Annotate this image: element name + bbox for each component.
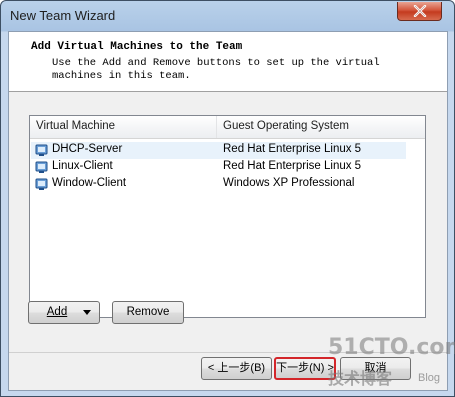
title-bar[interactable]: New Team Wizard	[1, 1, 454, 31]
table-row[interactable]: Window-Client Windows XP Professional	[31, 176, 406, 193]
next-button-label: 下一步(N) >	[276, 362, 334, 374]
footer-divider	[9, 352, 447, 353]
table-row[interactable]: DHCP-Server Red Hat Enterprise Linux 5	[31, 142, 406, 159]
wizard-body: Add Virtual Machines to the Team Use the…	[8, 31, 448, 391]
add-button-label: Add	[46, 306, 68, 318]
vm-name: Window-Client	[52, 177, 127, 189]
vm-list[interactable]: Virtual Machine Guest Operating System D…	[29, 115, 426, 318]
page-description: Use the Add and Remove buttons to set up…	[52, 57, 380, 82]
wizard-header: Add Virtual Machines to the Team Use the…	[9, 32, 447, 92]
virtual-machine-icon	[35, 160, 49, 174]
vm-name: DHCP-Server	[52, 143, 123, 155]
virtual-machine-icon	[35, 143, 49, 157]
list-header: Virtual Machine Guest Operating System	[30, 116, 425, 139]
next-button[interactable]: 下一步(N) >	[274, 357, 336, 380]
table-row[interactable]: Linux-Client Red Hat Enterprise Linux 5	[31, 159, 406, 176]
chevron-down-icon	[83, 310, 91, 315]
remove-button-label: Remove	[126, 306, 170, 318]
remove-button[interactable]: Remove	[112, 301, 184, 324]
back-button[interactable]: < 上一步(B)	[201, 357, 272, 380]
vm-name: Linux-Client	[52, 160, 113, 172]
vm-os: Red Hat Enterprise Linux 5	[223, 160, 362, 172]
wizard-window: New Team Wizard Add Virtual Machines to …	[0, 0, 455, 397]
window-title: New Team Wizard	[10, 8, 116, 23]
virtual-machine-icon	[35, 177, 49, 191]
back-button-label: < 上一步(B)	[207, 362, 266, 374]
vm-os: Windows XP Professional	[223, 177, 355, 189]
close-button[interactable]	[397, 2, 442, 21]
close-icon	[398, 2, 441, 20]
cancel-button[interactable]: 取消	[340, 357, 411, 380]
page-title: Add Virtual Machines to the Team	[31, 41, 243, 53]
cancel-button-label: 取消	[364, 362, 387, 374]
column-header-virtual-machine[interactable]: Virtual Machine	[36, 120, 115, 132]
add-button[interactable]: Add	[28, 301, 100, 324]
column-divider[interactable]	[216, 116, 217, 138]
column-header-guest-os[interactable]: Guest Operating System	[223, 120, 349, 132]
vm-os: Red Hat Enterprise Linux 5	[223, 143, 362, 155]
